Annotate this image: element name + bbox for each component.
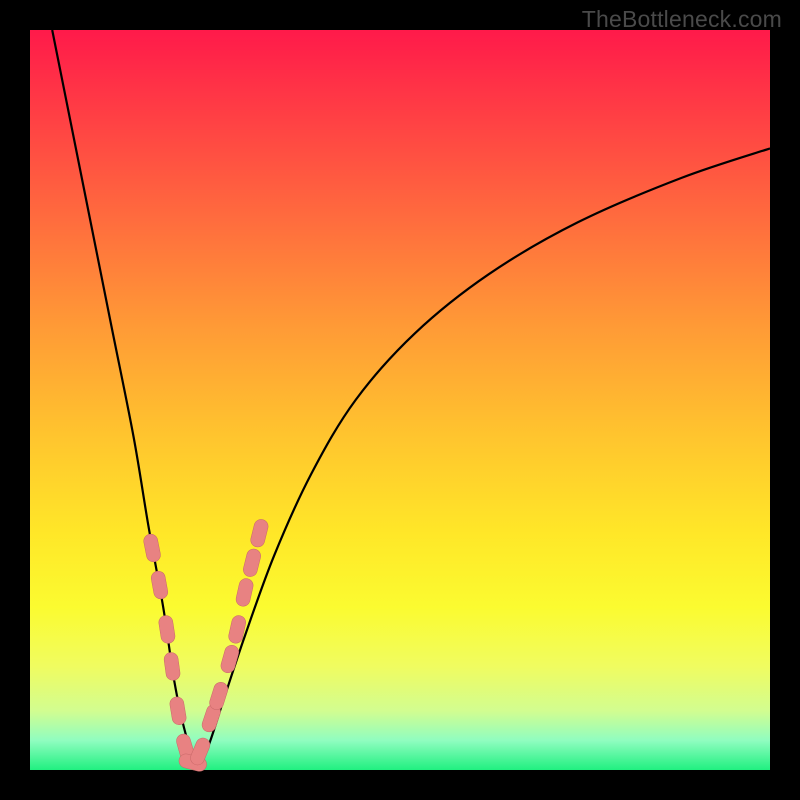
- curve-marker: [235, 577, 255, 607]
- chart-svg: [30, 30, 770, 770]
- curve-marker: [242, 548, 262, 579]
- curve-marker: [142, 533, 161, 563]
- curve-marker: [219, 644, 240, 675]
- bottleneck-curve: [52, 30, 770, 763]
- curve-marker: [150, 570, 169, 600]
- curve-marker: [249, 518, 269, 549]
- curve-marker: [163, 652, 181, 682]
- watermark-text: TheBottleneck.com: [582, 6, 782, 33]
- curve-marker: [208, 681, 230, 712]
- curve-marker: [169, 696, 187, 726]
- chart-plot-area: [30, 30, 770, 770]
- curve-marker: [158, 614, 176, 644]
- marker-group: [142, 518, 269, 773]
